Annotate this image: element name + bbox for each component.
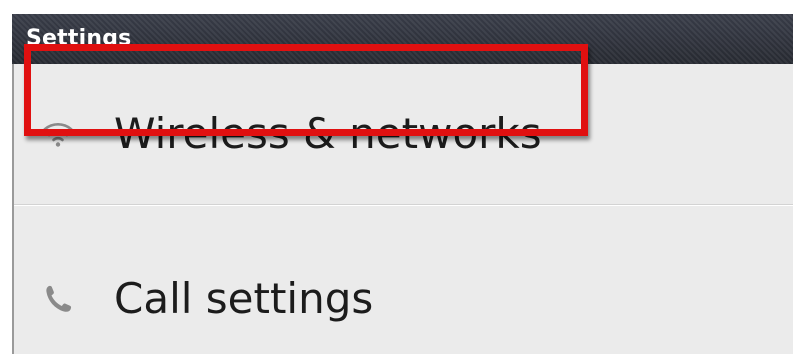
settings-item-label: Wireless & networks: [114, 109, 542, 158]
page-title: Settings: [26, 26, 132, 51]
settings-item-call-settings[interactable]: Call settings: [14, 205, 793, 354]
phone-icon: [46, 285, 72, 312]
title-bar: Settings: [12, 14, 793, 64]
wifi-icon: [42, 123, 74, 147]
settings-item-label: Call settings: [114, 274, 374, 323]
settings-list: Wireless & networks Call settings: [12, 64, 793, 354]
settings-item-wireless-networks[interactable]: Wireless & networks: [14, 64, 793, 204]
settings-screen: Settings Wireless & networks Call settin…: [12, 14, 793, 354]
